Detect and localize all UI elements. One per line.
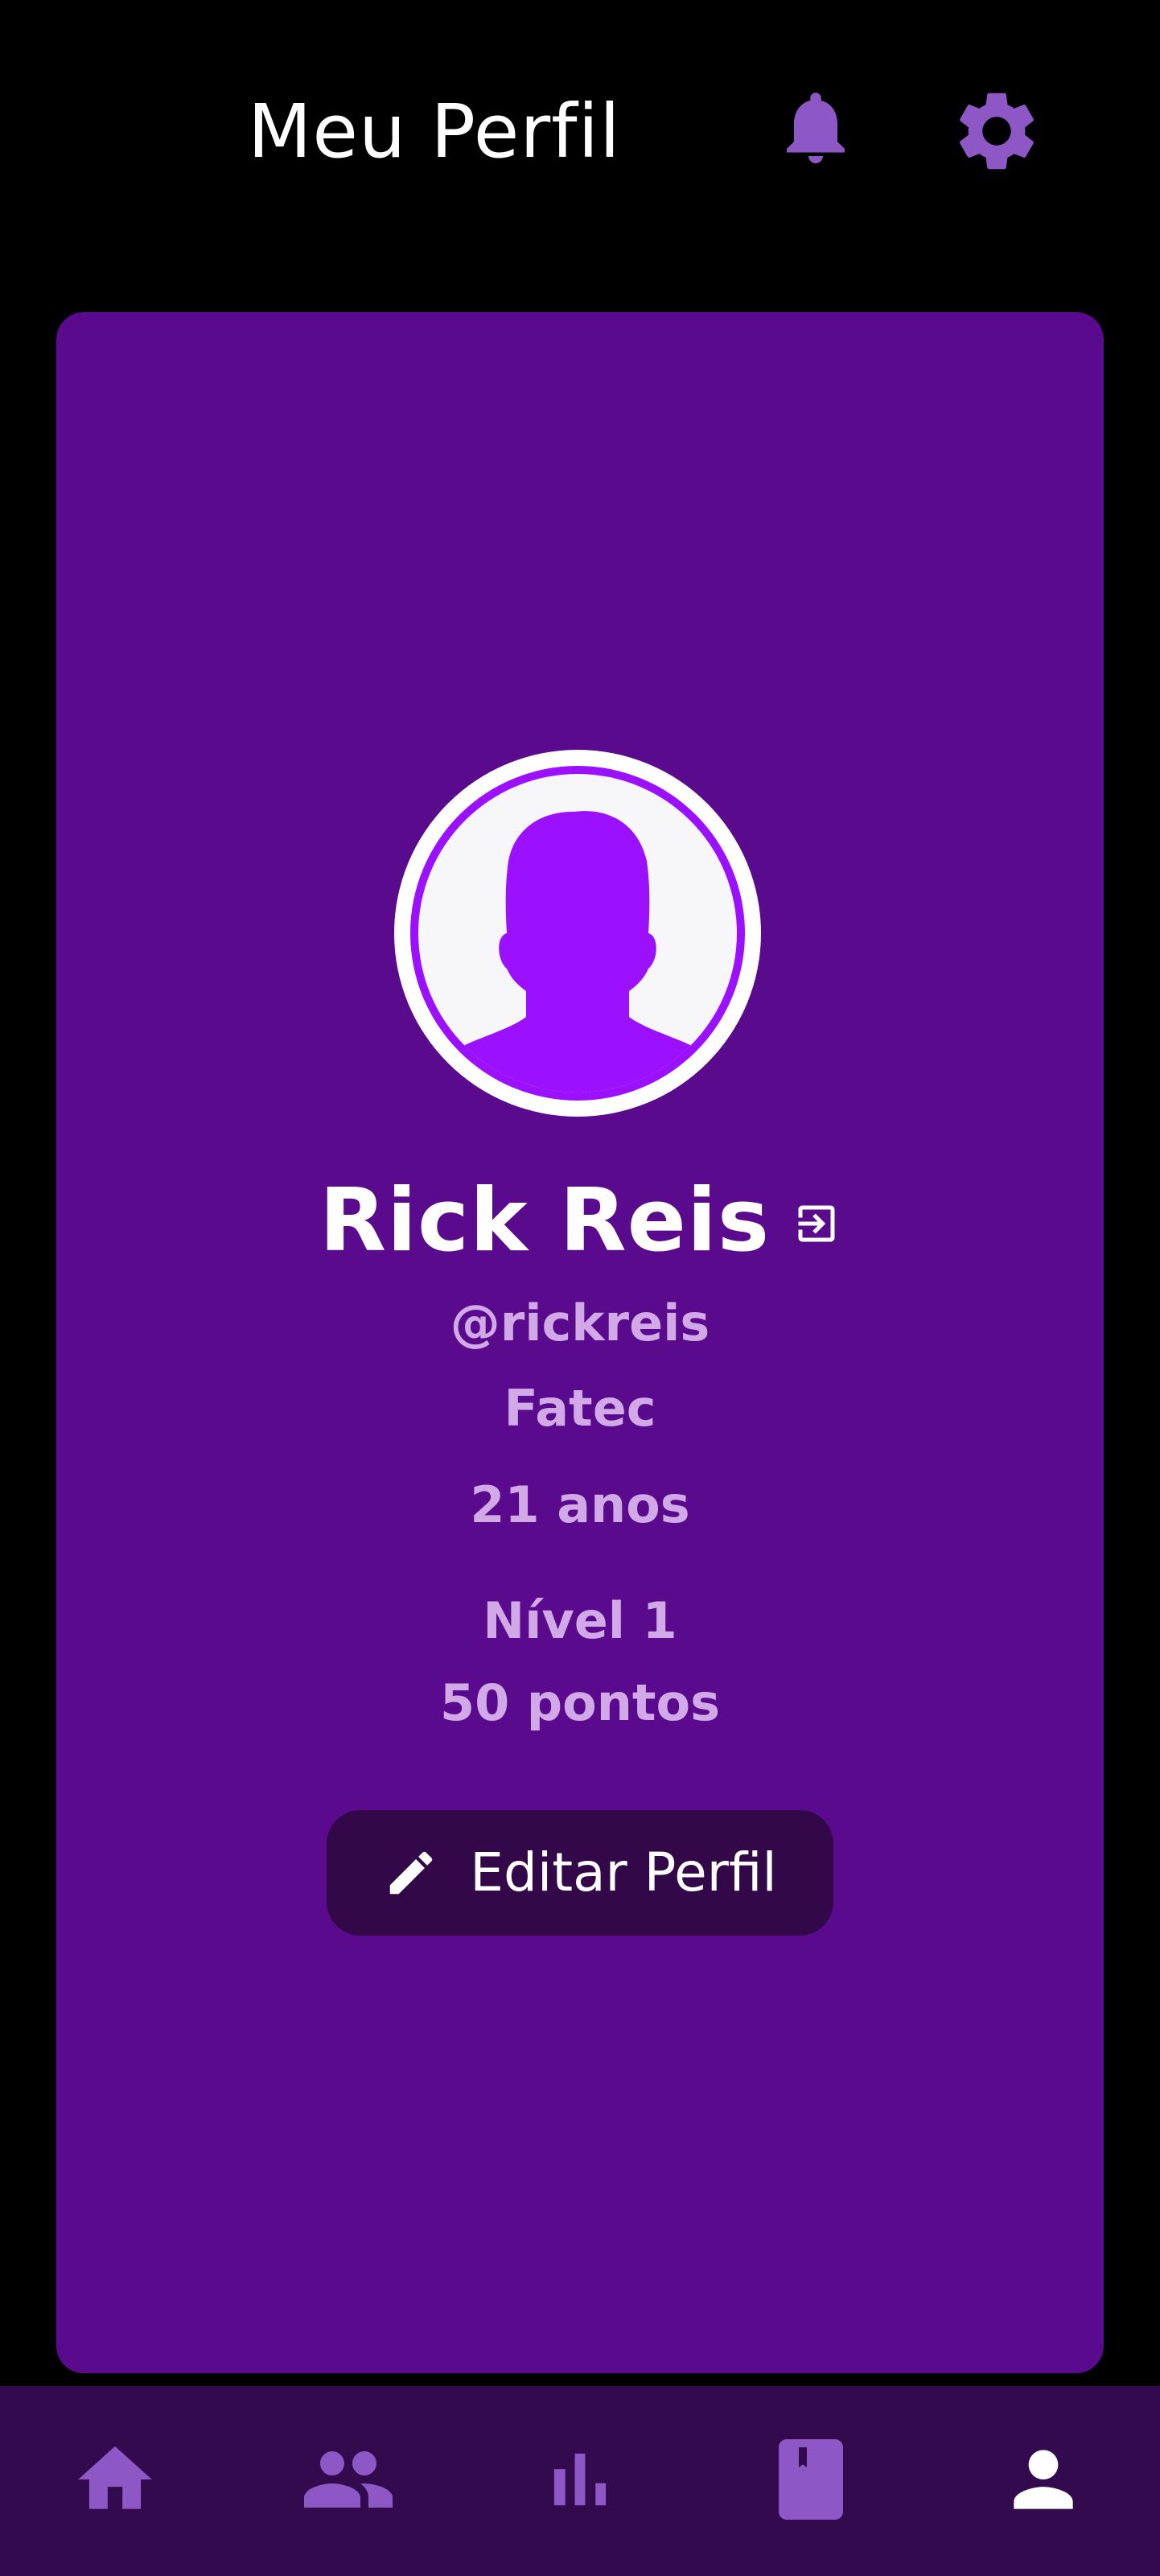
user-points: 50 pontos xyxy=(439,1673,721,1732)
nav-profile[interactable] xyxy=(971,2407,1116,2552)
user-level: Nível 1 xyxy=(483,1591,677,1650)
person-icon xyxy=(1014,2450,1073,2509)
user-name: Rick Reis xyxy=(319,1171,771,1271)
user-age: 21 anos xyxy=(470,1475,690,1534)
edit-profile-button[interactable]: Editar Perfil xyxy=(327,1810,833,1936)
nav-home[interactable] xyxy=(43,2407,187,2552)
profile-card: Rick Reis @rickreis Fatec 21 anos Nível … xyxy=(56,312,1104,2373)
name-row: Rick Reis xyxy=(56,1173,1104,1269)
bottom-nav xyxy=(0,2386,1160,2576)
nav-friends[interactable] xyxy=(276,2407,421,2552)
header: Meu Perfil xyxy=(0,0,1160,290)
pencil-icon xyxy=(390,1851,433,1895)
user-handle: @rickreis xyxy=(450,1294,710,1352)
page-title: Meu Perfil xyxy=(248,88,621,175)
person-silhouette-icon xyxy=(401,756,755,1110)
bell-icon[interactable] xyxy=(772,84,859,171)
profile-screen: Meu Perfil Rick Reis @rickreis Fatec 21 … xyxy=(0,0,1160,2576)
home-icon xyxy=(78,2446,152,2509)
nav-ranking[interactable] xyxy=(508,2407,652,2552)
group-icon xyxy=(304,2451,393,2508)
user-school: Fatec xyxy=(504,1379,656,1438)
nav-book[interactable] xyxy=(738,2407,883,2552)
avatar xyxy=(394,750,761,1117)
book-icon xyxy=(779,2439,843,2520)
logout-icon[interactable] xyxy=(792,1200,841,1248)
edit-profile-label: Editar Perfil xyxy=(470,1841,777,1903)
bar-chart-icon xyxy=(553,2453,607,2506)
gear-icon[interactable] xyxy=(949,84,1044,179)
